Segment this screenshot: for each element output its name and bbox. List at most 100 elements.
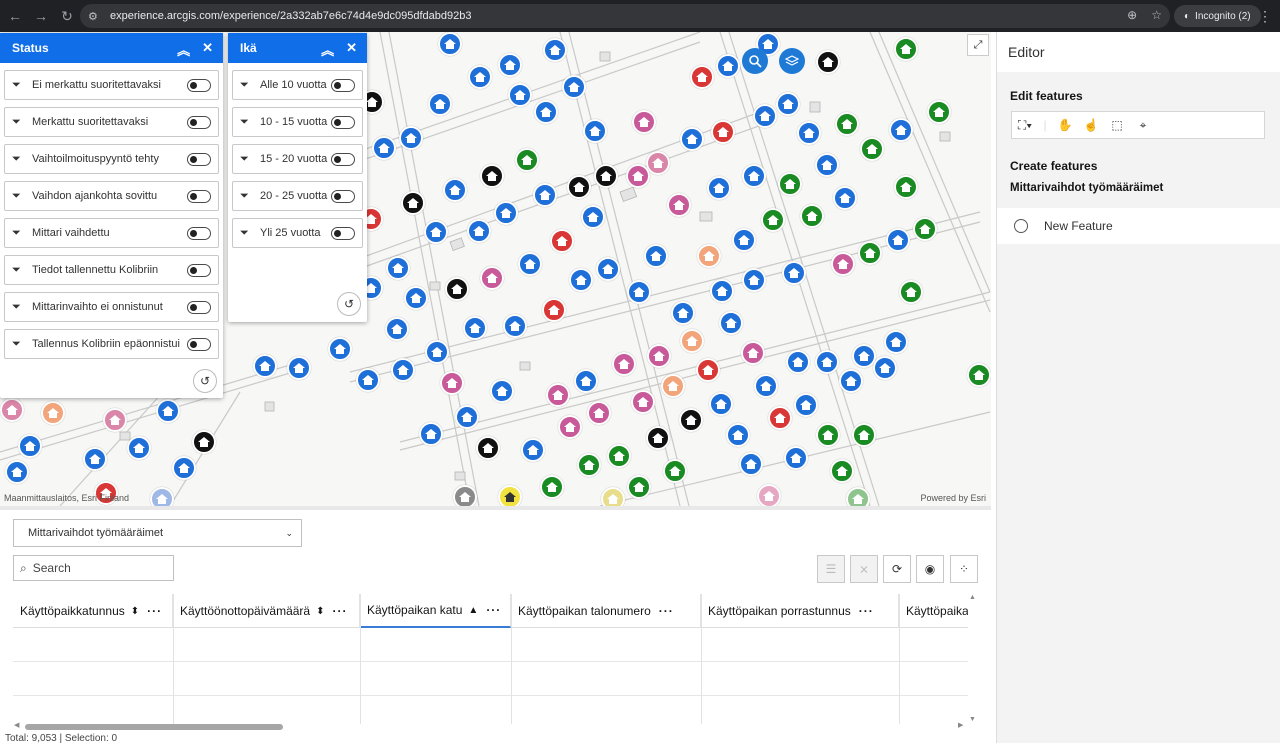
map-marker[interactable] <box>569 268 593 292</box>
map-marker[interactable] <box>627 475 651 499</box>
reload-icon[interactable]: ↻ <box>56 5 78 27</box>
map-marker[interactable] <box>786 350 810 374</box>
map-marker[interactable] <box>287 356 311 380</box>
map-marker[interactable] <box>540 475 564 499</box>
rectangle-select-icon[interactable]: ⬚ <box>1104 118 1130 132</box>
radio-icon[interactable] <box>1014 219 1028 233</box>
map-marker[interactable] <box>852 423 876 447</box>
map-marker[interactable] <box>816 423 840 447</box>
filter-row[interactable]: ⏷ 20 - 25 vuotta <box>232 181 363 211</box>
map-marker[interactable] <box>831 252 855 276</box>
column-header[interactable]: Käyttöpaikan talonumero ··· <box>511 594 701 628</box>
map-marker[interactable] <box>562 75 586 99</box>
map-marker[interactable] <box>558 415 582 439</box>
map-marker[interactable] <box>894 175 918 199</box>
map-marker[interactable] <box>424 220 448 244</box>
map-marker[interactable] <box>680 329 704 353</box>
map-marker[interactable] <box>480 164 504 188</box>
filter-toggle[interactable] <box>187 227 211 240</box>
map-marker[interactable] <box>757 484 781 506</box>
map-marker[interactable] <box>776 92 800 116</box>
close-icon[interactable]: ✕ <box>346 40 357 59</box>
map-marker[interactable] <box>913 217 937 241</box>
map-marker[interactable] <box>372 136 396 160</box>
select-feature-icon[interactable]: ⛶▾ <box>1012 118 1038 133</box>
column-header[interactable]: Käyttöpaikkatunnus ⬍ ··· <box>13 594 173 628</box>
filter-toggle[interactable] <box>187 264 211 277</box>
filter-row[interactable]: ⏷ Tiedot tallennettu Kolibriin <box>4 255 219 285</box>
sort-ascending-icon[interactable]: ▲ <box>468 605 478 616</box>
filter-toggle[interactable] <box>331 79 355 92</box>
filter-row[interactable]: ⏷ Merkattu suoritettavaksi <box>4 107 219 137</box>
map-marker[interactable] <box>534 100 558 124</box>
new-feature-option[interactable]: New Feature <box>997 208 1280 244</box>
map-marker[interactable] <box>428 92 452 116</box>
map-marker[interactable] <box>741 341 765 365</box>
scroll-left-icon[interactable]: ◀ <box>14 721 19 729</box>
map-marker[interactable] <box>644 244 668 268</box>
map-marker[interactable] <box>816 50 840 74</box>
map-marker[interactable] <box>543 38 567 62</box>
filter-row[interactable]: ⏷ Mittari vaihdettu <box>4 218 219 248</box>
map-marker[interactable] <box>830 459 854 483</box>
map-marker[interactable] <box>156 399 180 423</box>
map-marker[interactable] <box>711 120 735 144</box>
map-marker[interactable] <box>739 452 763 476</box>
refresh-button[interactable]: ⟳ <box>883 555 911 583</box>
map-marker[interactable] <box>574 369 598 393</box>
column-header[interactable]: Käyttöpaikan katu ▲ ··· <box>360 594 511 628</box>
address-bar[interactable]: ⚙ experience.arcgis.com/experience/2a332… <box>80 4 1170 28</box>
map-marker[interactable] <box>0 398 24 422</box>
map-marker[interactable] <box>742 268 766 292</box>
map-marker[interactable] <box>587 401 611 425</box>
sort-icon[interactable]: ⬍ <box>316 606 324 617</box>
map-marker[interactable] <box>607 444 631 468</box>
column-header[interactable]: Käyttöönottopäivämäärä ⬍ ··· <box>173 594 360 628</box>
map-marker[interactable] <box>399 126 423 150</box>
map-marker[interactable] <box>480 266 504 290</box>
map-marker[interactable] <box>873 356 897 380</box>
map-marker[interactable] <box>858 241 882 265</box>
map-marker[interactable] <box>546 383 570 407</box>
filter-row[interactable]: ⏷ Mittarinvaihto ei onnistunut <box>4 292 219 322</box>
lasso-select-icon[interactable]: ⌖ <box>1130 118 1156 133</box>
map-marker[interactable] <box>498 485 522 506</box>
filter-row[interactable]: ⏷ Alle 10 vuotta <box>232 70 363 100</box>
map-marker[interactable] <box>518 252 542 276</box>
map-marker[interactable] <box>521 438 545 462</box>
map-marker[interactable] <box>710 279 734 303</box>
map-marker[interactable] <box>784 446 808 470</box>
map-marker[interactable] <box>839 369 863 393</box>
map-marker[interactable] <box>886 228 910 252</box>
map-marker[interactable] <box>385 317 409 341</box>
bookmark-star-icon[interactable]: ☆ <box>1151 8 1162 22</box>
map-marker[interactable] <box>443 178 467 202</box>
map-marker[interactable] <box>846 487 870 506</box>
map-marker[interactable] <box>83 447 107 471</box>
map-marker[interactable] <box>754 374 778 398</box>
collapse-icon[interactable]: ︽ <box>177 40 190 59</box>
map-marker[interactable] <box>515 148 539 172</box>
column-menu-icon[interactable]: ··· <box>486 603 501 617</box>
map-marker[interactable] <box>667 193 691 217</box>
sort-icon[interactable]: ⬍ <box>131 606 139 617</box>
filter-row[interactable]: ⏷ Tallennus Kolibriin epäonnistui <box>4 329 219 359</box>
map-marker[interactable] <box>192 430 216 454</box>
map-marker[interactable] <box>127 436 151 460</box>
filter-row[interactable]: ⏷ Yli 25 vuotta <box>232 218 363 248</box>
map-marker[interactable] <box>386 256 410 280</box>
incognito-badge[interactable]: ◐ Incognito (2) <box>1174 5 1261 27</box>
map-marker[interactable] <box>646 426 670 450</box>
map-marker[interactable] <box>627 280 651 304</box>
map-marker[interactable] <box>567 175 591 199</box>
scroll-up-icon[interactable]: ▲ <box>969 594 977 601</box>
map-marker[interactable] <box>894 37 918 61</box>
map-marker[interactable] <box>503 314 527 338</box>
map-marker[interactable] <box>671 301 695 325</box>
filter-toggle[interactable] <box>187 301 211 314</box>
layer-select[interactable]: Mittarivaihdot työmääräimet ⌄ <box>13 519 302 547</box>
close-icon[interactable]: ✕ <box>202 40 213 59</box>
filter-toggle[interactable] <box>331 116 355 129</box>
map-marker[interactable] <box>419 422 443 446</box>
filter-row[interactable]: ⏷ Vaihdon ajankohta sovittu <box>4 181 219 211</box>
